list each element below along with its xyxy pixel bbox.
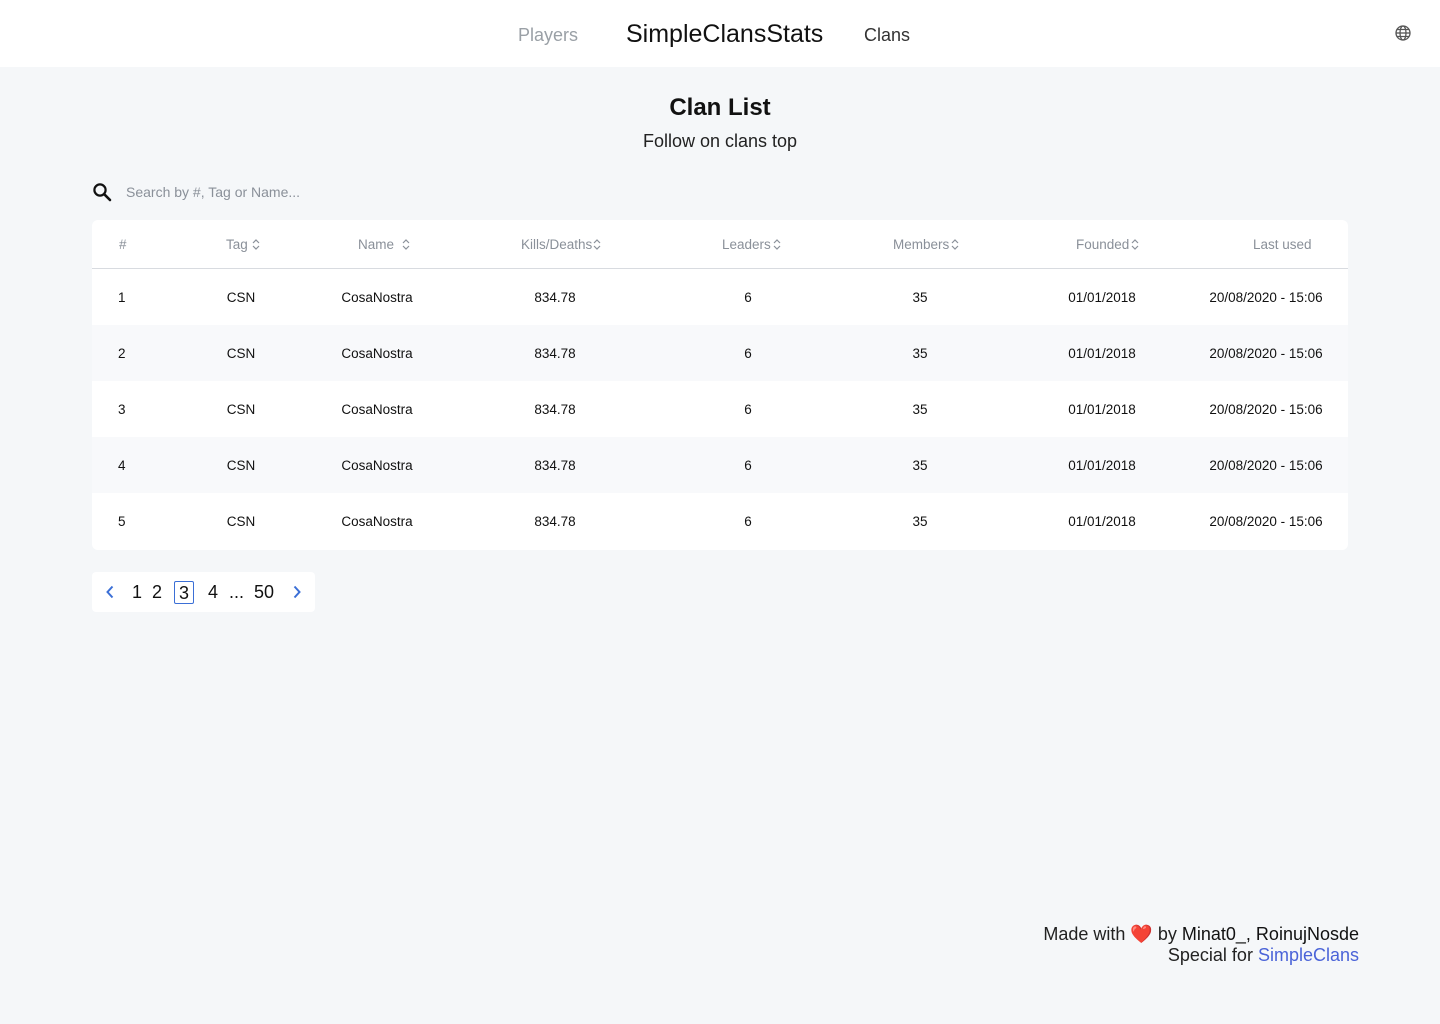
footer: Made with ❤️ by Minat0_, RoinujNosde Spe… bbox=[1043, 924, 1359, 966]
cell-members: 35 bbox=[912, 402, 928, 417]
column-label: Last used bbox=[1253, 237, 1312, 252]
footer-special-for: Special for bbox=[1167, 945, 1253, 965]
cell-kills-deaths: 834.78 bbox=[534, 346, 576, 361]
simpleclans-link[interactable]: SimpleClans bbox=[1258, 945, 1359, 965]
cell-members: 35 bbox=[912, 290, 928, 305]
page-1-button[interactable]: 1 bbox=[132, 572, 142, 612]
cell-name: CosaNostra bbox=[341, 514, 413, 529]
cell-kills-deaths: 834.78 bbox=[534, 514, 576, 529]
column-rank[interactable]: # bbox=[119, 237, 127, 252]
page-4-button[interactable]: 4 bbox=[208, 572, 218, 612]
cell-leaders: 6 bbox=[744, 514, 752, 529]
cell-leaders: 6 bbox=[744, 402, 752, 417]
table-row[interactable]: 1 CSN CosaNostra 834.78 6 35 01/01/2018 … bbox=[92, 269, 1348, 325]
cell-name: CosaNostra bbox=[341, 346, 413, 361]
clan-table: # Tag Name Kills/Deaths Leaders Members … bbox=[92, 220, 1348, 550]
column-label: Kills/Deaths bbox=[521, 237, 593, 252]
column-label: Leaders bbox=[722, 237, 771, 252]
table-row[interactable]: 2 CSN CosaNostra 834.78 6 35 01/01/2018 … bbox=[92, 325, 1348, 381]
cell-kills-deaths: 834.78 bbox=[534, 290, 576, 305]
heart-icon: ❤️ bbox=[1130, 924, 1153, 944]
cell-founded: 01/01/2018 bbox=[1068, 346, 1136, 361]
column-label: Members bbox=[893, 237, 950, 252]
page-50-button[interactable]: 50 bbox=[254, 572, 274, 612]
cell-last-used: 20/08/2020 - 15:06 bbox=[1209, 290, 1323, 305]
chevron-right-icon[interactable] bbox=[289, 584, 305, 600]
moon-icon[interactable] bbox=[1346, 22, 1368, 44]
footer-by: by bbox=[1157, 924, 1177, 944]
cell-leaders: 6 bbox=[744, 290, 752, 305]
top-navbar: Players SimpleClansStats Clans bbox=[0, 0, 1440, 67]
cell-last-used: 20/08/2020 - 15:06 bbox=[1209, 458, 1323, 473]
cell-tag: CSN bbox=[226, 514, 256, 529]
cell-founded: 01/01/2018 bbox=[1068, 514, 1136, 529]
table-row[interactable]: 5 CSN CosaNostra 834.78 6 35 01/01/2018 … bbox=[92, 493, 1348, 549]
footer-authors: Minat0_, RoinujNosde bbox=[1181, 924, 1359, 944]
nav-players-link[interactable]: Players bbox=[518, 0, 578, 67]
cell-rank: 4 bbox=[118, 458, 126, 473]
globe-icon[interactable] bbox=[1392, 22, 1414, 44]
cell-rank: 5 bbox=[118, 514, 126, 529]
footer-made-with: Made with bbox=[1043, 924, 1126, 944]
cell-founded: 01/01/2018 bbox=[1068, 458, 1136, 473]
footer-credits: Made with ❤️ by Minat0_, RoinujNosde bbox=[1043, 924, 1359, 945]
page-ellipsis: ... bbox=[229, 582, 245, 602]
cell-rank: 1 bbox=[118, 290, 126, 305]
cell-rank: 2 bbox=[118, 346, 126, 361]
column-label: Founded bbox=[1076, 237, 1130, 252]
pagination: 1 2 3 4 ... 50 bbox=[92, 572, 315, 612]
sort-icon bbox=[773, 239, 781, 250]
cell-name: CosaNostra bbox=[341, 402, 413, 417]
sort-icon bbox=[402, 239, 410, 250]
column-label: Name bbox=[358, 237, 395, 252]
column-kills-deaths[interactable]: Kills/Deaths bbox=[521, 237, 601, 252]
table-row[interactable]: 4 CSN CosaNostra 834.78 6 35 01/01/2018 … bbox=[92, 437, 1348, 493]
search-bar bbox=[92, 178, 592, 206]
nav-clans-link[interactable]: Clans bbox=[864, 0, 910, 67]
sort-icon bbox=[1131, 239, 1139, 250]
sort-icon bbox=[252, 239, 260, 250]
search-input[interactable] bbox=[126, 180, 526, 204]
cell-kills-deaths: 834.78 bbox=[534, 458, 576, 473]
cell-members: 35 bbox=[912, 514, 928, 529]
column-founded[interactable]: Founded bbox=[1076, 237, 1139, 252]
cell-tag: CSN bbox=[226, 346, 256, 361]
cell-rank: 3 bbox=[118, 402, 126, 417]
cell-members: 35 bbox=[912, 458, 928, 473]
page-3-button[interactable]: 3 bbox=[174, 581, 195, 604]
cell-members: 35 bbox=[912, 346, 928, 361]
cell-last-used: 20/08/2020 - 15:06 bbox=[1209, 402, 1323, 417]
cell-tag: CSN bbox=[226, 290, 256, 305]
cell-tag: CSN bbox=[226, 458, 256, 473]
sort-icon bbox=[951, 239, 959, 250]
cell-founded: 01/01/2018 bbox=[1068, 290, 1136, 305]
cell-tag: CSN bbox=[226, 402, 256, 417]
column-tag[interactable]: Tag bbox=[226, 237, 260, 252]
cell-last-used: 20/08/2020 - 15:06 bbox=[1209, 514, 1323, 529]
column-members[interactable]: Members bbox=[893, 237, 959, 252]
page-2-button[interactable]: 2 bbox=[152, 572, 162, 612]
search-icon bbox=[92, 181, 114, 203]
sort-icon bbox=[593, 239, 601, 250]
column-leaders[interactable]: Leaders bbox=[722, 237, 781, 252]
column-label: Tag bbox=[226, 237, 248, 252]
table-row[interactable]: 3 CSN CosaNostra 834.78 6 35 01/01/2018 … bbox=[92, 381, 1348, 437]
column-last-used[interactable]: Last used bbox=[1253, 237, 1312, 252]
page-title: Clan List bbox=[669, 94, 771, 121]
footer-special: Special for SimpleClans bbox=[1043, 945, 1359, 966]
page-subtitle: Follow on clans top bbox=[642, 131, 798, 151]
table-header: # Tag Name Kills/Deaths Leaders Members … bbox=[92, 220, 1348, 269]
cell-founded: 01/01/2018 bbox=[1068, 402, 1136, 417]
cell-name: CosaNostra bbox=[341, 290, 413, 305]
cell-last-used: 20/08/2020 - 15:06 bbox=[1209, 346, 1323, 361]
cell-leaders: 6 bbox=[744, 346, 752, 361]
cell-name: CosaNostra bbox=[341, 458, 413, 473]
column-label: # bbox=[119, 237, 127, 252]
brand-title[interactable]: SimpleClansStats bbox=[626, 0, 823, 67]
cell-kills-deaths: 834.78 bbox=[534, 402, 576, 417]
cell-leaders: 6 bbox=[744, 458, 752, 473]
column-name[interactable]: Name bbox=[358, 237, 410, 252]
chevron-left-icon[interactable] bbox=[102, 584, 118, 600]
